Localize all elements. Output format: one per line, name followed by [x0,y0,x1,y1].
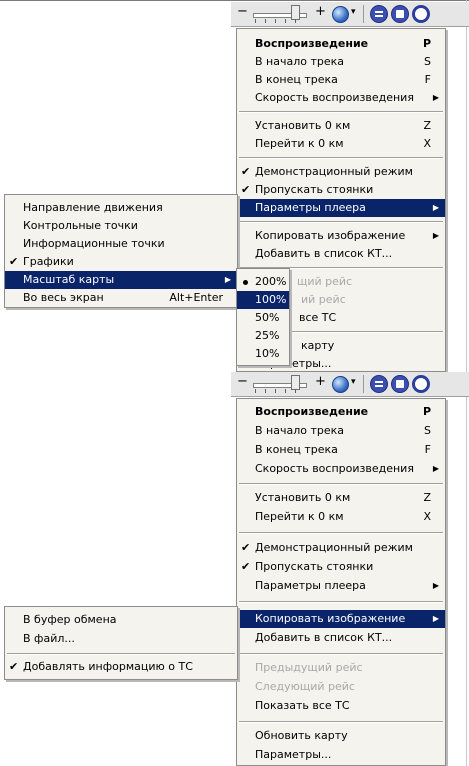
menu-separator [239,532,443,534]
menu-item-speed[interactable]: Скорость воспроизведения ▶ [237,460,445,478]
zoom-out-button[interactable]: − [237,5,248,19]
menu-item-direction[interactable]: Направление движения [5,199,237,217]
menu-item-player-params[interactable]: Параметры плеера ▶ [237,199,445,217]
menu-item-goto-zero-km[interactable]: Перейти к 0 км X [237,135,445,153]
menu-item-info-points[interactable]: Информационные точки [5,235,237,253]
menu-item-skip-stops[interactable]: ✔ Пропускать стоянки [237,558,445,576]
menu-item-skip-stops[interactable]: ✔ Пропускать стоянки [237,181,445,199]
menu-item-graphs[interactable]: ✔ Графики [5,253,237,271]
zoom-in-button[interactable]: + [315,375,326,389]
menu-item-to-end[interactable]: В конец трека F [237,71,445,89]
zoom-slider-thumb[interactable] [291,5,300,20]
toolbar-separator [363,375,364,393]
check-icon: ✔ [241,183,251,196]
menu-separator [239,483,443,485]
menu-separator [7,653,235,655]
scale-option-25[interactable]: 25% [237,327,289,345]
menu-item-demo-mode[interactable]: ✔ Демонстрационный режим [237,163,445,181]
menu-separator [239,221,443,223]
menu-item-fullscreen[interactable]: Во весь экран Alt+Enter [5,289,237,307]
scale-option-50[interactable]: 50% [237,309,289,327]
menu-item-play[interactable]: Воспроизведение P [237,35,445,53]
globe-dropdown-arrow[interactable]: ▾ [351,7,356,17]
menu-item-goto-zero-km[interactable]: Перейти к 0 км X [237,508,445,526]
menu-item-speed[interactable]: Скорость воспроизведения ▶ [237,89,445,107]
submenu-arrow-icon: ▶ [432,203,439,212]
menu-item-add-vehicle-info[interactable]: ✔ Добавлять информацию о ТС [5,658,237,676]
menu-separator [239,653,443,655]
menu-item-add-to-kt[interactable]: Добавить в список КТ... [237,245,445,263]
menu-item-to-start[interactable]: В начало трека S [237,422,445,440]
context-menu-main-2: Воспроизведение P В начало трека S В конец… [236,398,446,766]
menu-item-to-end[interactable]: В конец трека F [237,441,445,459]
menu-separator [239,111,443,113]
menu-item-play[interactable]: Воспроизведение P [237,403,445,421]
menu-item-map-scale[interactable]: Масштаб карты ▶ [5,271,237,289]
menu-item-control-points[interactable]: Контрольные точки [5,217,237,235]
check-icon: ✔ [241,560,251,573]
submenu-arrow-icon: ▶ [224,275,231,284]
menu-item-set-zero-km[interactable]: Установить 0 км Z [237,117,445,135]
menu-item-add-to-kt[interactable]: Добавить в список КТ... [237,629,445,647]
menu-item-next-trip: Следующий рейс [255,680,355,693]
scale-option-200[interactable]: 200% [237,273,289,291]
document-icon[interactable] [391,5,409,23]
player-params-submenu: Направление движения Контрольные точки И… [4,194,238,308]
zoom-in-button[interactable]: + [315,5,326,19]
submenu-arrow-icon: ▶ [432,464,439,473]
menu-item-demo-mode[interactable]: ✔ Демонстрационный режим [237,539,445,557]
player-toolbar: − + ▾ [231,2,469,27]
check-icon: ✔ [9,660,19,673]
scale-option-100[interactable]: 100% [237,291,289,309]
submenu-arrow-icon: ▶ [432,231,439,240]
menu-separator [239,601,443,603]
check-icon: ✔ [9,255,19,268]
player-toolbar-2: − + ▾ [231,372,469,397]
menu-item-show-all[interactable]: Показать все ТС [237,697,445,715]
list-icon[interactable] [370,5,388,23]
radio-dot-icon [243,280,248,285]
scale-option-10[interactable]: 10% [237,345,289,363]
document-icon[interactable] [391,375,409,393]
menu-item-to-start[interactable]: В начало трека S [237,53,445,71]
menu-item-copy-image[interactable]: Копировать изображение ▶ [237,227,445,245]
submenu-arrow-icon: ▶ [432,581,439,590]
settings-ring-icon[interactable] [412,5,430,23]
menu-item-to-clipboard[interactable]: В буфер обмена [5,611,237,629]
menu-item-copy-image[interactable]: Копировать изображение ▶ [237,610,445,628]
check-icon: ✔ [241,541,251,554]
menu-separator [239,721,443,723]
toolbar-separator [363,5,364,23]
zoom-slider-ticks [255,19,305,23]
submenu-arrow-icon: ▶ [432,93,439,102]
check-icon: ✔ [241,165,251,178]
globe-icon[interactable] [332,6,349,23]
map-scale-submenu: 200% 100% 50% 25% 10% [236,268,290,366]
zoom-out-button[interactable]: − [237,375,248,389]
menu-item-refresh-map[interactable]: Обновить карту [237,727,445,745]
copy-image-submenu: В буфер обмена В файл... ✔ Добавлять инфо… [4,606,238,680]
globe-icon[interactable] [332,376,349,393]
zoom-slider-thumb[interactable] [291,375,300,390]
zoom-slider-ticks [255,389,305,393]
menu-separator [239,157,443,159]
menu-item-prev-trip: Предыдущий рейс [255,661,363,674]
submenu-arrow-icon: ▶ [432,614,439,623]
list-icon[interactable] [370,375,388,393]
menu-item-settings[interactable]: Параметры... [237,746,445,764]
menu-item-to-file[interactable]: В файл... [5,630,237,648]
menu-item-player-params[interactable]: Параметры плеера ▶ [237,577,445,595]
settings-ring-icon[interactable] [412,375,430,393]
menu-item-set-zero-km[interactable]: Установить 0 км Z [237,489,445,507]
globe-dropdown-arrow[interactable]: ▾ [351,377,356,387]
